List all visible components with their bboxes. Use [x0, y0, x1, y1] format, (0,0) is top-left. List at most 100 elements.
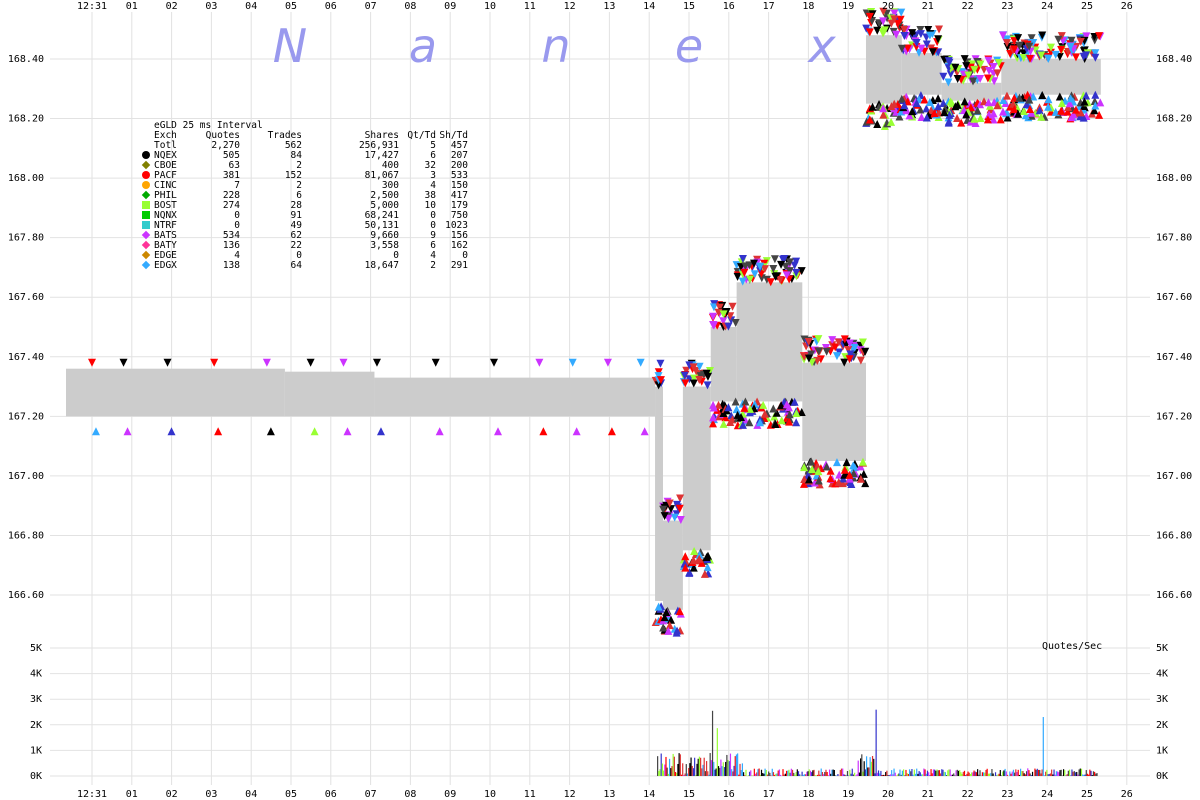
- bid-triangle-marker: [435, 427, 444, 436]
- quote-rate-bar: [1052, 774, 1054, 776]
- quote-rate-bar: [960, 772, 962, 776]
- volume-tick-label-left: 5K: [30, 643, 42, 654]
- quote-rate-bar: [739, 763, 741, 776]
- quote-rate-bar: [942, 769, 944, 776]
- x-tick-label-top: 19: [842, 1, 854, 12]
- quote-rate-bar: [929, 775, 931, 776]
- nbbo-band-segment: [802, 362, 866, 461]
- quote-rate-bar: [705, 761, 708, 776]
- quote-rate-bar: [670, 768, 672, 776]
- quote-rate-bar: [1059, 770, 1061, 776]
- quote-rate-bar: [870, 761, 872, 776]
- quote-rate-bar: [1051, 769, 1053, 776]
- quote-rate-bar: [722, 762, 724, 776]
- quote-rate-bar: [796, 769, 798, 776]
- quote-rate-bar: [1071, 769, 1073, 776]
- quote-rate-bar: [1073, 771, 1075, 776]
- quote-rate-bar: [735, 754, 738, 776]
- quote-rate-bar: [977, 769, 979, 776]
- volume-tick-label-right: 2K: [1156, 720, 1168, 731]
- quote-rate-bar: [692, 768, 695, 776]
- quote-rate-bar: [725, 761, 727, 776]
- quote-rate-bar: [947, 770, 949, 776]
- quote-rate-bar: [1043, 775, 1046, 776]
- quote-rate-bar: [905, 769, 907, 776]
- bid-triangle-marker: [539, 427, 548, 436]
- quote-rate-bar: [846, 771, 849, 776]
- stats-cell-shares: 18,647: [364, 260, 399, 271]
- quote-rate-bar: [771, 768, 773, 776]
- x-tick-label-bottom: 24: [1041, 789, 1053, 800]
- quote-rate-bar: [766, 774, 769, 776]
- watermark-letter: x: [806, 19, 836, 73]
- quote-rate-bar: [713, 761, 715, 776]
- quote-rate-bar: [925, 773, 927, 776]
- nbbo-band-segment: [1001, 59, 1101, 95]
- volume-tick-label-left: 4K: [30, 669, 42, 680]
- quote-rate-bar: [666, 767, 668, 776]
- quote-rate-bar: [745, 769, 747, 776]
- stats-cell-trades: 64: [290, 260, 302, 271]
- quote-rate-bar: [1068, 769, 1071, 776]
- quote-rate-bar: [906, 773, 908, 776]
- quote-rate-bar: [1028, 770, 1030, 776]
- bid-triangle-marker: [1096, 98, 1105, 107]
- quote-rate-bar: [691, 765, 693, 776]
- quote-rate-bar: [658, 771, 660, 776]
- quote-rate-bar: [812, 770, 814, 776]
- quote-rate-bar: [897, 774, 899, 776]
- quote-rate-bar: [944, 772, 946, 776]
- volume-tick-label-left: 1K: [30, 745, 42, 756]
- quote-rate-bar: [741, 763, 744, 776]
- quote-rate-bar: [799, 774, 801, 776]
- x-tick-label-top: 08: [404, 1, 416, 12]
- quote-rate-bar: [818, 770, 820, 776]
- square-marker-icon: [142, 201, 150, 209]
- stats-cell-sh-td: 162: [450, 240, 468, 251]
- x-tick-label-bottom: 13: [603, 789, 615, 800]
- quote-rate-bar: [945, 775, 948, 776]
- quote-rate-bar: [938, 770, 941, 776]
- quote-rate-bar: [732, 771, 734, 776]
- price-tick-label-right: 168.00: [1156, 173, 1192, 184]
- volume-tick-label-right: 1K: [1156, 745, 1168, 756]
- x-tick-label-top: 22: [962, 1, 974, 12]
- bid-triangle-marker: [769, 404, 778, 413]
- quote-rate-bar: [811, 772, 813, 776]
- quote-rate-bar: [723, 767, 726, 776]
- volume-tick-label-right: 4K: [1156, 669, 1168, 680]
- nbbo-band-segment: [682, 386, 711, 551]
- quote-rate-bar: [668, 758, 671, 776]
- x-tick-label-bottom: 18: [802, 789, 814, 800]
- quote-rate-bar: [819, 774, 821, 776]
- quote-rate-bar: [1064, 770, 1066, 776]
- quote-rate-bar: [874, 773, 876, 776]
- quote-rate-bar: [981, 772, 983, 776]
- quote-rate-bar: [1000, 775, 1003, 776]
- quote-rate-bar: [701, 768, 703, 776]
- quote-rate-bar: [849, 769, 851, 776]
- quote-rate-bar: [973, 770, 975, 776]
- quote-rate-bar: [830, 773, 832, 776]
- price-tick-label-right: 167.80: [1156, 233, 1192, 244]
- ask-triangle-marker: [431, 358, 440, 367]
- price-tick-label-left: 167.80: [8, 233, 44, 244]
- quote-rate-bar: [806, 771, 808, 776]
- quote-rate-bar: [710, 760, 712, 776]
- quote-rate-bar: [1020, 768, 1022, 776]
- quote-rate-bar: [778, 769, 781, 776]
- quote-rate-bar: [923, 768, 925, 776]
- quote-rate-bar: [678, 753, 680, 776]
- x-tick-label-top: 13: [603, 1, 615, 12]
- bid-triangle-marker: [976, 114, 985, 123]
- quote-rate-bar: [876, 772, 878, 776]
- quote-rate-bar: [1035, 769, 1037, 776]
- quote-rate-bar: [1012, 769, 1015, 776]
- quote-rate-bar: [698, 756, 701, 776]
- quote-rate-bar: [864, 769, 866, 776]
- ask-triangle-marker: [897, 8, 906, 17]
- quote-rate-bar: [784, 773, 786, 776]
- quote-rate-bar: [801, 771, 803, 776]
- nbbo-band-segment: [663, 520, 683, 610]
- quote-rate-bar: [836, 775, 838, 776]
